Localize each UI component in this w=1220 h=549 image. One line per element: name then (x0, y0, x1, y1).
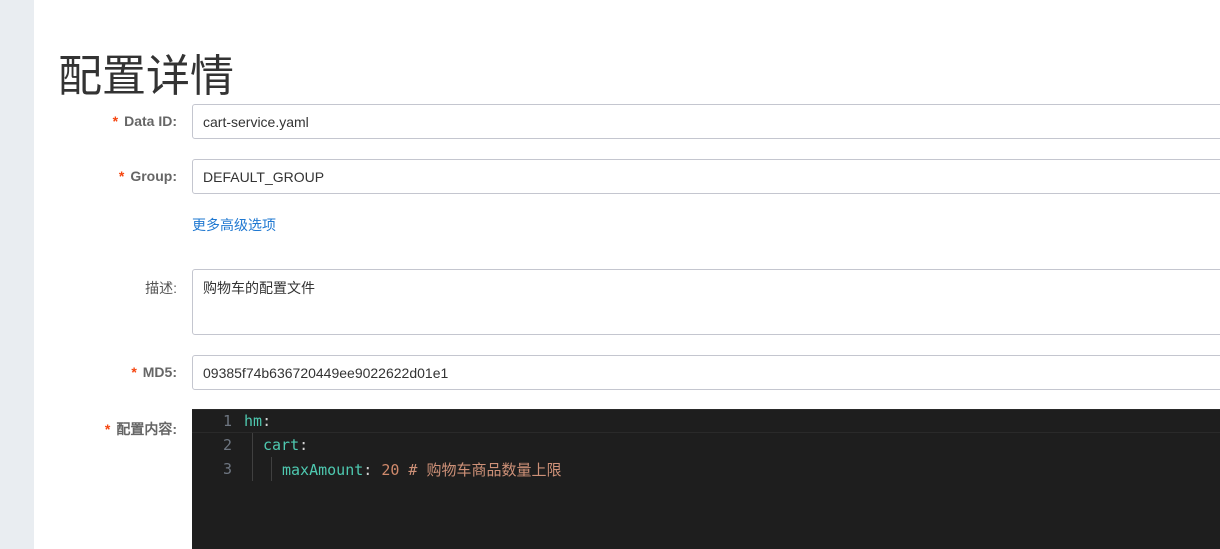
group-input[interactable]: DEFAULT_GROUP (192, 159, 1220, 194)
content-label: * 配置内容: (105, 419, 177, 439)
yaml-sep: : (262, 412, 272, 430)
md5-label: * MD5: (131, 364, 177, 380)
required-mark: * (112, 113, 119, 129)
group-label: * Group: (119, 168, 177, 184)
group-label-text: Group: (130, 168, 177, 184)
sidebar-strip (0, 0, 34, 549)
content-label-text: 配置内容: (116, 421, 177, 437)
yaml-key: maxAmount (282, 460, 364, 479)
yaml-sep: : (363, 460, 373, 479)
required-mark: * (118, 168, 125, 184)
yaml-key: cart (263, 436, 300, 454)
code-line: 3 maxAmount: 20 # 购物车商品数量上限 (192, 457, 1220, 481)
yaml-comment: # 购物车商品数量上限 (399, 460, 562, 479)
code-line: 2 cart: (192, 433, 1220, 457)
data-id-label-text: Data ID: (124, 113, 177, 129)
advanced-options-link[interactable]: 更多高级选项 (192, 215, 276, 235)
yaml-value: 20 (372, 460, 400, 479)
yaml-sep: : (299, 436, 309, 454)
description-textarea[interactable]: 购物车的配置文件 (192, 269, 1220, 335)
required-mark: * (131, 364, 137, 380)
code-line: 1 hm: (192, 409, 1220, 433)
md5-label-text: MD5: (142, 364, 177, 380)
page-title: 配置详情 (58, 52, 234, 101)
line-number: 3 (222, 460, 232, 478)
md5-input[interactable]: 09385f74b636720449ee9022622d01e1 (192, 355, 1220, 390)
yaml-key: hm (244, 412, 263, 430)
line-number: 2 (222, 436, 232, 454)
data-id-label: * Data ID: (113, 113, 177, 129)
data-id-input[interactable]: cart-service.yaml (192, 104, 1220, 139)
required-mark: * (104, 421, 111, 437)
description-label: 描述: (145, 280, 177, 296)
line-number: 1 (222, 412, 232, 430)
config-code-editor[interactable]: 1 hm: 2 cart: 3 maxAmount: 20 # 购物车商品数量上限 (192, 409, 1220, 549)
